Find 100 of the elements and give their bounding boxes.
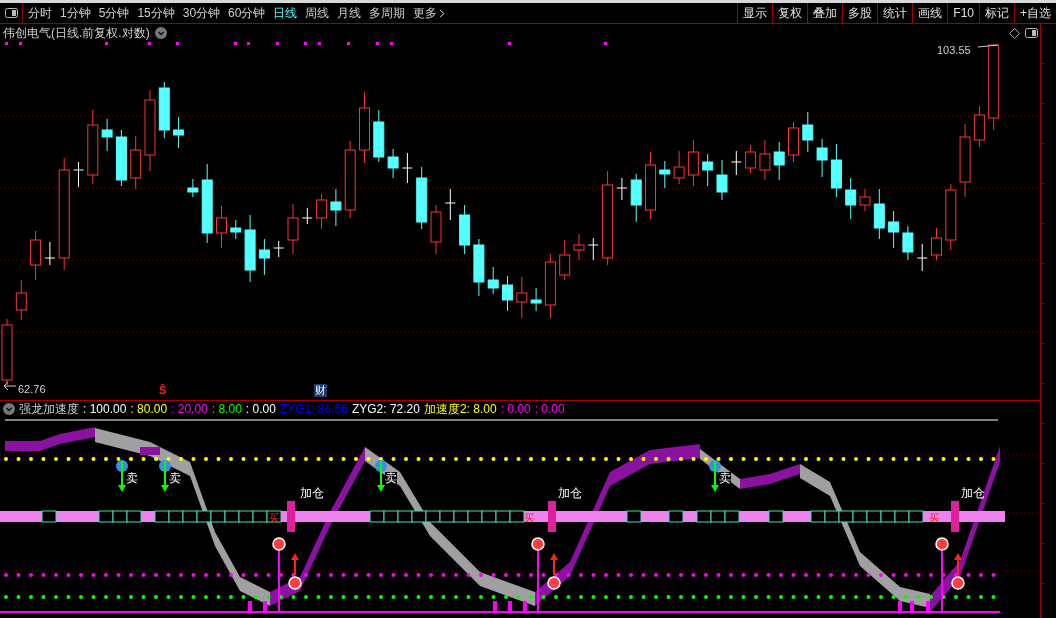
period-tab[interactable]: 日线: [273, 4, 298, 22]
toolbar-button[interactable]: +自选: [1014, 3, 1056, 23]
candlestick: [788, 121, 799, 163]
sell-marker-icon: [159, 460, 171, 492]
candlestick: [373, 109, 385, 163]
sell-marker-icon: [709, 460, 721, 492]
candlestick: [516, 276, 528, 319]
candlestick: [716, 159, 728, 201]
candlestick: [673, 150, 685, 185]
low-price-label: 62.76: [18, 382, 46, 397]
period-tab[interactable]: 多周期: [369, 4, 406, 22]
candlestick: [287, 203, 299, 255]
candlestick: [101, 118, 113, 152]
toolbar-button[interactable]: 复权: [772, 3, 808, 23]
panel-toggle-icon[interactable]: [4, 8, 18, 18]
candlestick: [773, 141, 785, 181]
candlestick: [473, 238, 485, 297]
signal-label: 卖: [169, 472, 181, 484]
signal-label: 加仓: [300, 487, 324, 499]
more-button[interactable]: 更多: [413, 4, 446, 22]
candlestick: [273, 240, 285, 258]
candlestick: [459, 204, 471, 255]
candlestick: [616, 177, 628, 201]
candlestick: [888, 210, 900, 249]
candlestick: [816, 138, 828, 178]
chart-title: 伟创电气(日线.前复权.对数): [3, 25, 150, 42]
candlestick: [759, 139, 771, 181]
signal-label: 卖: [126, 472, 138, 484]
candlestick: [444, 188, 456, 221]
buy-marker-icon: [272, 537, 302, 613]
candlestick: [216, 205, 227, 249]
candlestick: [730, 150, 742, 176]
signal-label: 卖: [719, 472, 731, 484]
toolbar-button[interactable]: 显示: [737, 3, 773, 23]
indicator-name: 强龙加速度: [19, 401, 79, 418]
period-tab[interactable]: 60分钟: [228, 4, 266, 22]
signal-label: 买: [524, 513, 534, 523]
candlestick: [830, 143, 842, 198]
diamond-icon[interactable]: [1009, 27, 1020, 39]
candlestick: [387, 148, 399, 179]
candlestick: [587, 237, 599, 261]
toolbar-button[interactable]: 多股: [842, 3, 878, 23]
candlestick: [301, 207, 313, 225]
toolbar-button[interactable]: 叠加: [807, 3, 843, 23]
candlestick: [44, 241, 56, 266]
period-tab[interactable]: 5分钟: [98, 4, 130, 22]
candlestick: [559, 239, 571, 281]
candlestick: [745, 144, 757, 174]
candlestick: [530, 287, 542, 312]
dropdown-icon[interactable]: [3, 403, 15, 415]
indicator-value: : 80.00: [130, 401, 168, 418]
indicator-value: 加速度2: 8.00: [423, 401, 497, 418]
rising-band: [140, 447, 160, 455]
candlestick: [945, 183, 957, 251]
signal-label: 加仓: [558, 487, 582, 499]
candlestick: [401, 152, 413, 184]
panel-toggle-icon[interactable]: [1025, 28, 1038, 38]
event-marker[interactable]: Ŝ: [158, 384, 168, 397]
sell-marker-icon: [375, 460, 387, 492]
arrow-left-icon: [3, 381, 17, 391]
candlestick: [15, 279, 27, 321]
period-tab[interactable]: 月线: [337, 4, 362, 22]
candlestick: [802, 111, 814, 153]
candlestick: [702, 153, 714, 187]
candlestick: [544, 253, 556, 319]
candlestick: [873, 188, 885, 240]
period-tab[interactable]: 1分钟: [60, 4, 91, 22]
indicator-value: : 0.00: [534, 401, 565, 418]
period-tab[interactable]: 周线: [305, 4, 330, 22]
candlestick: [630, 173, 642, 223]
candlestick: [230, 219, 242, 240]
indicator-value: ZYG1: 86.56: [279, 401, 348, 418]
candlestick: [573, 233, 585, 261]
period-tab[interactable]: 分时: [28, 4, 52, 22]
buy-marker-icon: [531, 537, 561, 613]
candlestick: [430, 204, 442, 255]
toolbar-button[interactable]: F10: [947, 3, 979, 23]
event-marker[interactable]: 财: [314, 384, 327, 397]
indicator-value: : 0.00: [245, 401, 276, 418]
indicator-value: ZYG2: 72.20: [351, 401, 420, 418]
candlestick: [659, 160, 671, 189]
candlestick: [645, 151, 656, 220]
signal-label: 买: [269, 513, 279, 523]
candlestick: [973, 105, 985, 148]
period-tab[interactable]: 15分钟: [137, 4, 175, 22]
candlestick: [687, 139, 699, 187]
toolbar-button[interactable]: 画线: [912, 3, 948, 23]
candlestick: [187, 178, 199, 198]
dropdown-icon[interactable]: [154, 27, 167, 39]
toolbar-button[interactable]: 统计: [877, 3, 913, 23]
signal-label: 卖: [385, 472, 397, 484]
period-tab[interactable]: 30分钟: [182, 4, 221, 22]
candlestick: [173, 116, 185, 149]
high-price-label: 103.55: [937, 43, 971, 58]
signal-label: 加仓: [961, 487, 985, 499]
candlestick: [258, 238, 270, 276]
indicator-value: : 100.00: [83, 401, 127, 418]
candlestick: [416, 166, 428, 230]
candlestick: [316, 193, 328, 230]
toolbar-button[interactable]: 标记: [979, 3, 1014, 23]
